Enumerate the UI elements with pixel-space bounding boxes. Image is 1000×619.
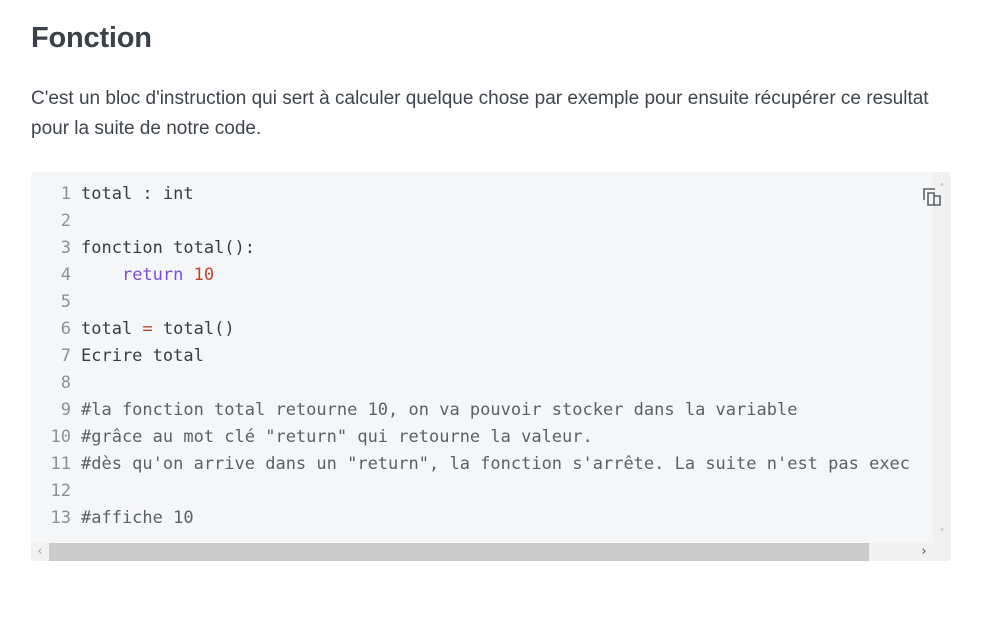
line-number: 3 [60,238,71,258]
code-token: #affiche 10 [81,508,194,528]
code-token: fonction total(): [81,238,255,258]
code-token: total() [152,319,235,339]
line-number: 8 [60,373,71,393]
code-line: 5 [31,289,910,316]
code-text: #grâce au mot clé "return" qui retourne … [81,424,593,451]
code-text: total = total() [81,316,235,343]
copy-icon [923,188,941,206]
code-block: 1 total : int 2 3 fonction total(): 4 return … [31,172,951,561]
code-token: #dès qu'on arrive dans un "return", la f… [81,454,911,474]
line-number: 13 [50,508,71,528]
line-number: 4 [60,265,71,285]
code-line: 3 fonction total(): [31,235,910,262]
code-line: 6 total = total() [31,316,910,343]
code-viewport[interactable]: 1 total : int 2 3 fonction total(): 4 return … [31,172,933,543]
code-text: #la fonction total retourne 10, on va po… [81,397,797,424]
section-title: Fonction [31,22,152,54]
code-token: return [121,265,184,285]
line-number: 2 [60,211,71,231]
horizontal-scrollbar[interactable]: ‹ › [31,543,951,561]
line-number: 9 [60,400,71,420]
line-number: 12 [50,481,71,501]
code-line: 8 [31,370,910,397]
code-text: #dès qu'on arrive dans un "return", la f… [81,451,910,478]
code-token: 10 [193,265,215,285]
line-number: 11 [50,454,71,474]
copy-button[interactable] [921,186,943,208]
code-line: 10 #grâce au mot clé "return" qui retourn… [31,424,910,451]
code-token: #la fonction total retourne 10, on va po… [81,400,798,420]
code-token: total : int [81,184,194,204]
code-text: fonction total(): [81,235,255,262]
scroll-left-icon[interactable]: ‹ [31,543,49,561]
code-text: total : int [81,181,194,208]
code-line: 4 return 10 [31,262,910,289]
code-token: = [142,319,153,339]
code-token: Ecrire total [81,346,204,366]
code-text: return 10 [81,262,214,289]
line-number: 6 [60,319,71,339]
vertical-scrollbar[interactable]: ˄ ˅ [933,172,951,543]
line-number: 10 [50,427,71,447]
code-line: 2 [31,208,910,235]
code-line: 13 #affiche 10 [31,505,910,532]
horizontal-scroll-thumb[interactable] [49,543,869,561]
code-text: Ecrire total [81,343,204,370]
line-number: 1 [60,184,71,204]
section-description: C'est un bloc d'instruction qui sert à c… [31,88,929,139]
code-lines: 1 total : int 2 3 fonction total(): 4 return … [31,181,911,532]
line-number: 5 [60,292,71,312]
line-number: 7 [60,346,71,366]
code-line: 12 [31,478,910,505]
code-token: total [81,319,143,339]
code-line: 7 Ecrire total [31,343,910,370]
code-token: #grâce au mot clé "return" qui retourne … [81,427,593,447]
scroll-down-icon[interactable]: ˅ [933,527,951,541]
code-line: 11 #dès qu'on arrive dans un "return", la… [31,451,911,478]
scroll-right-icon[interactable]: › [915,543,933,561]
code-line: 1 total : int [31,181,910,208]
code-text: #affiche 10 [81,505,194,532]
code-line: 9 #la fonction total retourne 10, on va p… [31,397,910,424]
